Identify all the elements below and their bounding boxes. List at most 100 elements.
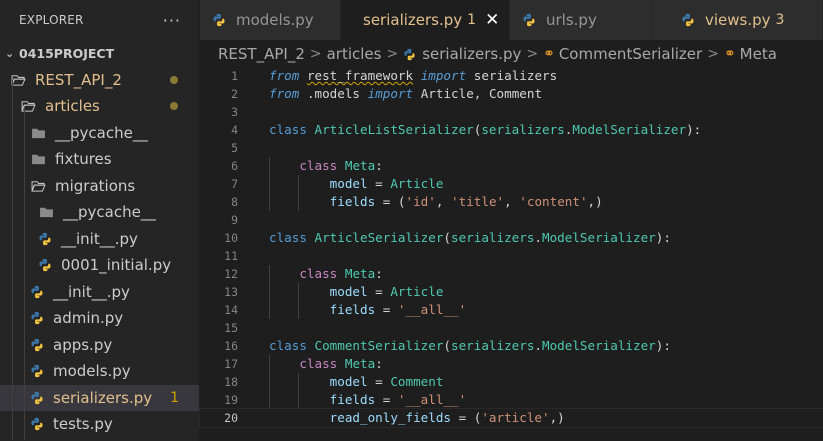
python-icon bbox=[39, 259, 51, 272]
chevron-right-icon: > bbox=[309, 46, 322, 62]
line-number: 2 bbox=[231, 87, 238, 101]
chevron-right-icon: > bbox=[707, 46, 719, 62]
breadcrumb: REST_API_2 > articles > serializers.py >… bbox=[200, 40, 823, 68]
line-number: 20 bbox=[224, 411, 238, 425]
problem-count-badge: 1 bbox=[170, 389, 179, 406]
python-icon bbox=[31, 338, 43, 351]
chevron-down-icon: ⌄ bbox=[5, 46, 15, 60]
line-number: 12 bbox=[224, 267, 238, 281]
line-number: 16 bbox=[224, 339, 238, 353]
tree-item-fixtures[interactable]: fixtures bbox=[0, 146, 199, 173]
line-number: 5 bbox=[231, 141, 238, 155]
tree-item-articles[interactable]: articles bbox=[0, 93, 199, 120]
tab-label: serializers.py bbox=[363, 11, 463, 29]
breadcrumb-item[interactable]: REST_API_2 bbox=[218, 45, 305, 63]
tree-item-models-py[interactable]: models.py bbox=[0, 358, 199, 385]
breadcrumb-item[interactable]: CommentSerializer bbox=[559, 45, 702, 63]
tree-item-label: __init__.py bbox=[53, 282, 130, 301]
tree-item-pycache[interactable]: __pycache__ bbox=[0, 199, 199, 226]
python-icon bbox=[682, 13, 694, 27]
problem-count-badge: 1 bbox=[467, 12, 477, 28]
modified-dot-indicator bbox=[170, 102, 178, 111]
code-line: 4 class ArticleListSerializer(serializers… bbox=[200, 121, 823, 139]
breadcrumb-item[interactable]: serializers.py bbox=[422, 45, 521, 63]
line-number: 14 bbox=[224, 303, 238, 317]
line-number: 1 bbox=[231, 69, 238, 83]
chevron-right-icon: > bbox=[526, 46, 539, 62]
tab-label: urls.py bbox=[546, 11, 597, 29]
tree-item-label: __init__.py bbox=[61, 229, 138, 248]
project-root[interactable]: ⌄ 0415PROJECT bbox=[0, 40, 199, 67]
code-line: 15 bbox=[200, 319, 823, 337]
python-icon bbox=[31, 418, 43, 431]
line-number: 13 bbox=[224, 285, 238, 299]
breadcrumb-item[interactable]: articles bbox=[327, 45, 382, 63]
indent-guide bbox=[12, 80, 13, 440]
explorer-title: EXPLORER bbox=[19, 13, 84, 27]
tab-label: views.py bbox=[705, 11, 771, 29]
tree-item-init-py[interactable]: __init__.py bbox=[0, 226, 199, 253]
tree-item-label: REST_API_2 bbox=[35, 70, 122, 89]
folder-open-icon bbox=[21, 101, 36, 112]
tab-serializers[interactable]: serializers.py 1 ✕ bbox=[341, 0, 510, 40]
line-number: 8 bbox=[231, 195, 238, 209]
tree-item-label: articles bbox=[45, 97, 100, 116]
line-number: 3 bbox=[231, 105, 238, 119]
tab-views[interactable]: views.py 3 bbox=[653, 0, 823, 40]
code-line: 8 fields = ('id', 'title', 'content',) bbox=[200, 193, 823, 211]
code-line: 18 model = Comment bbox=[200, 373, 823, 391]
tree-item-label: admin.py bbox=[53, 309, 124, 328]
python-icon bbox=[404, 48, 415, 60]
code-line: 17 class Meta: bbox=[200, 355, 823, 373]
folder-icon bbox=[32, 154, 45, 165]
tree-item-init-py[interactable]: __init__.py bbox=[0, 279, 199, 306]
line-number: 9 bbox=[231, 213, 238, 227]
tree-item-label: apps.py bbox=[53, 335, 113, 354]
tab-models[interactable]: models.py bbox=[200, 0, 341, 40]
line-number: 7 bbox=[231, 177, 238, 191]
tree-item-0001-initial-py[interactable]: 0001_initial.py bbox=[0, 252, 199, 279]
tree-item-pycache[interactable]: __pycache__ bbox=[0, 120, 199, 147]
problem-count-badge: 3 bbox=[775, 12, 785, 28]
file-tree: ⌄ 0415PROJECT REST_API_2 articles __pycach… bbox=[0, 40, 199, 440]
code-line: 19 fields = '__all__' bbox=[200, 391, 823, 409]
python-icon bbox=[213, 13, 225, 27]
code-line: 2 from .models import Article, Comment bbox=[200, 85, 823, 103]
code-editor[interactable]: 1 from rest_framework import serializers … bbox=[199, 67, 823, 441]
code-line: 1 from rest_framework import serializers bbox=[200, 67, 823, 85]
code-line: 9 bbox=[200, 211, 823, 229]
editor-tabs: models.py serializers.py 1 ✕ urls.py vie… bbox=[200, 0, 823, 40]
python-icon bbox=[31, 365, 43, 378]
tree-item-tests-py[interactable]: tests.py bbox=[0, 411, 199, 438]
line-number: 6 bbox=[231, 159, 238, 173]
class-symbol-icon: ⚭ bbox=[543, 46, 555, 62]
tree-item-admin-py[interactable]: admin.py bbox=[0, 305, 199, 332]
indent-guide bbox=[24, 107, 25, 440]
python-icon bbox=[31, 312, 43, 325]
chevron-right-icon: > bbox=[386, 46, 399, 62]
tree-item-serializers-py[interactable]: serializers.py 1 bbox=[0, 384, 199, 411]
explorer-header: EXPLORER ··· bbox=[0, 0, 199, 40]
tab-urls[interactable]: urls.py bbox=[510, 0, 653, 40]
code-line: 10 class ArticleSerializer(serializers.Mo… bbox=[200, 229, 823, 247]
python-icon bbox=[523, 13, 535, 27]
breadcrumb-item[interactable]: Meta bbox=[740, 45, 777, 63]
modified-dot-indicator bbox=[170, 75, 178, 84]
code-line: 13 model = Article bbox=[200, 283, 823, 301]
tree-item-label: __pycache__ bbox=[63, 203, 156, 222]
tree-item-apps-py[interactable]: apps.py bbox=[0, 332, 199, 359]
folder-open-icon bbox=[31, 180, 46, 192]
explorer-sidebar: EXPLORER ··· ⌄ 0415PROJECT REST_API_2art… bbox=[0, 0, 200, 441]
tree-item-label: models.py bbox=[53, 362, 131, 381]
ellipsis-icon[interactable]: ··· bbox=[163, 11, 181, 30]
tree-item-label: migrations bbox=[55, 176, 136, 195]
tree-item-migrations[interactable]: migrations bbox=[0, 173, 199, 200]
tree-item-rest-api-2[interactable]: REST_API_2 bbox=[0, 67, 199, 94]
line-number: 10 bbox=[224, 231, 238, 245]
code-line-current: 20 read_only_fields = ('article',) bbox=[199, 408, 823, 428]
line-number: 11 bbox=[224, 249, 238, 263]
line-number: 4 bbox=[231, 123, 238, 137]
python-icon bbox=[31, 391, 43, 404]
close-icon[interactable]: ✕ bbox=[485, 10, 499, 30]
vscode-window: EXPLORER ··· ⌄ 0415PROJECT REST_API_2 art… bbox=[0, 0, 823, 441]
